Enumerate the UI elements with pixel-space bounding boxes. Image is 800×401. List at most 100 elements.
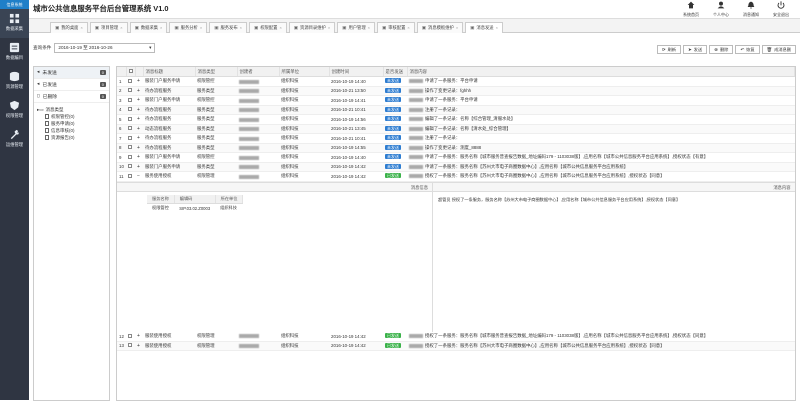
- row-checkbox[interactable]: [128, 98, 132, 102]
- tree-node[interactable]: 权限管控(0): [37, 113, 106, 120]
- expand-icon[interactable]: +: [135, 332, 143, 342]
- row-checkbox[interactable]: [128, 155, 132, 159]
- toolbar-button-1[interactable]: ➤发送: [683, 45, 707, 54]
- folder-item-1[interactable]: ◂已发送0: [34, 79, 109, 91]
- column-header[interactable]: 创建时间: [329, 67, 383, 77]
- table-row[interactable]: 4+待办流程服务服务类型组织科技2016-10-21 10:41未发送注册了一条…: [117, 105, 795, 115]
- close-icon[interactable]: ×: [200, 23, 202, 33]
- column-header[interactable]: 消息标题: [143, 67, 195, 77]
- table-row[interactable]: 12+服装使用授权权限管理组织科技2016-10-19 14:42已发送授权了一…: [117, 332, 795, 342]
- tab-label: 服务发布: [220, 23, 237, 33]
- sidebar-item-1[interactable]: 数据编目: [0, 38, 29, 67]
- row-checkbox[interactable]: [128, 164, 132, 168]
- row-checkbox[interactable]: [128, 117, 132, 121]
- sidebar-item-4[interactable]: 运维管理: [0, 125, 29, 154]
- expand-icon[interactable]: +: [135, 134, 143, 144]
- select-all-checkbox[interactable]: [129, 69, 133, 73]
- table-row[interactable]: 9+服装门户服务申请权限管控组织科技2016-10-19 14:40未发送申请了…: [117, 153, 795, 163]
- tab-8[interactable]: ▣审核配置×: [377, 22, 415, 33]
- row-checkbox[interactable]: [128, 79, 132, 83]
- expand-icon[interactable]: +: [135, 96, 143, 106]
- sidebar-item-2[interactable]: 资源管理: [0, 67, 29, 96]
- column-header[interactable]: 所属单位: [279, 67, 329, 77]
- table-row[interactable]: 7+待办流程服务服务类型组织科技2016-10-21 10:41未发送注册了一条…: [117, 134, 795, 144]
- expand-icon[interactable]: +: [135, 153, 143, 163]
- database-icon: [9, 71, 20, 82]
- close-icon[interactable]: ×: [368, 23, 370, 33]
- send-status-cell: 未发送: [383, 77, 407, 87]
- close-icon[interactable]: ×: [279, 23, 281, 33]
- tab-3[interactable]: ▣服务分析×: [169, 22, 207, 33]
- tree-node[interactable]: 服务申请(0): [37, 120, 106, 127]
- close-icon[interactable]: ×: [80, 23, 82, 33]
- tab-10[interactable]: ▣消息发送×: [465, 22, 503, 33]
- expand-icon[interactable]: +: [135, 162, 143, 172]
- table-row[interactable]: 6+动态流程服务服务类型组织科技2016-10-21 13:45未发送编辑了一条…: [117, 124, 795, 134]
- close-icon[interactable]: ×: [496, 23, 498, 33]
- row-checkbox[interactable]: [128, 107, 132, 111]
- row-checkbox[interactable]: [128, 145, 132, 149]
- table-row[interactable]: 3+服装门户服务申请权限管控组织科技2016-10-19 14:41未发送申请了…: [117, 96, 795, 106]
- message-content-cell: 申请了一条服务：服务名称【苏州大市电子商圈数据中心】,应用名称【城市公共信息服务…: [407, 162, 795, 172]
- row-checkbox[interactable]: [128, 126, 132, 130]
- table-row[interactable]: 13+服装使用授权权限管理组织科技2016-10-19 14:42已发送授权了一…: [117, 341, 795, 351]
- close-icon[interactable]: ×: [456, 23, 458, 33]
- tab-5[interactable]: ▣权限配置×: [249, 22, 287, 33]
- toolbar-button-3[interactable]: ↶恢复: [735, 45, 759, 54]
- tab-1[interactable]: ▣项目管理×: [90, 22, 128, 33]
- folder-item-0[interactable]: ◂未发送0: [34, 67, 109, 79]
- expand-icon[interactable]: +: [135, 105, 143, 115]
- table-row[interactable]: 11−服务使用授权权限管理组织科技2016-10-19 14:42已发送授权了一…: [117, 172, 795, 182]
- expand-icon[interactable]: +: [135, 77, 143, 87]
- tab-0[interactable]: ▣我的桌面×: [50, 22, 88, 33]
- top-action-bell[interactable]: 消息通知: [736, 1, 766, 18]
- date-range-select[interactable]: 2016-10-19 至 2016-10-26 ▾: [54, 43, 155, 53]
- tab-4[interactable]: ▣服务发布×: [209, 22, 247, 33]
- expand-icon[interactable]: +: [135, 143, 143, 153]
- tab-2[interactable]: ▣数据采集×: [130, 22, 168, 33]
- sidebar-item-0[interactable]: 数据采集: [0, 9, 29, 38]
- table-row[interactable]: 2+待办流程服务服务类型组织科技2016-10-21 13:50未发送操作了变更…: [117, 86, 795, 96]
- top-action-home[interactable]: 系统首页: [676, 1, 706, 18]
- top-action-power[interactable]: 安全退出: [766, 1, 796, 18]
- row-checkbox[interactable]: [128, 136, 132, 140]
- close-icon[interactable]: ×: [328, 23, 330, 33]
- tree-root[interactable]: ▸▭ 消息类型: [37, 106, 106, 113]
- chart-icon: ▣: [174, 23, 178, 33]
- redacted-creator: [239, 165, 259, 169]
- close-icon[interactable]: ×: [160, 23, 162, 33]
- column-header[interactable]: 消息内容: [407, 67, 795, 77]
- tab-6[interactable]: ▣资源目录维护×: [289, 22, 335, 33]
- row-checkbox[interactable]: [128, 334, 132, 338]
- collapse-icon[interactable]: −: [135, 172, 143, 182]
- table-row[interactable]: 8+待办流程服务服务类型组织科技2016-10-19 14:55未发送操作了变更…: [117, 143, 795, 153]
- top-action-user[interactable]: 个人中心: [706, 1, 736, 18]
- tab-7[interactable]: ▣用户管理×: [337, 22, 375, 33]
- expand-icon[interactable]: +: [135, 124, 143, 134]
- close-icon[interactable]: ×: [120, 23, 122, 33]
- redacted-creator: [239, 118, 259, 122]
- tree-node[interactable]: 资源报告(0): [37, 134, 106, 141]
- row-checkbox[interactable]: [128, 174, 132, 178]
- table-row[interactable]: 10+服装门户服务申请服务类型组织科技2016-10-19 14:42未发送申请…: [117, 162, 795, 172]
- toolbar-button-2[interactable]: ⊗删除: [709, 45, 733, 54]
- table-row[interactable]: 5+待办流程服务服务类型组织科技2016-10-19 14:56未发送编辑了一条…: [117, 115, 795, 125]
- column-header[interactable]: 创建者: [237, 67, 279, 77]
- tab-9[interactable]: ▣消息模板维护×: [417, 22, 463, 33]
- table-row[interactable]: 1+服装门户服务申请权限管控组织科技2016-10-19 14:40未发送申请了…: [117, 77, 795, 87]
- message-title: 服务使用授权: [143, 172, 195, 182]
- expand-icon[interactable]: +: [135, 341, 143, 351]
- row-checkbox[interactable]: [128, 88, 132, 92]
- folder-item-2[interactable]: ▯已删除0: [34, 91, 109, 103]
- expand-icon[interactable]: +: [135, 86, 143, 96]
- tree-node[interactable]: 信息审核(0): [37, 127, 106, 134]
- column-header[interactable]: 是否发送: [383, 67, 407, 77]
- sidebar-item-3[interactable]: 权限管理: [0, 96, 29, 125]
- row-checkbox[interactable]: [128, 343, 132, 347]
- toolbar-button-0[interactable]: ⟳刷新: [657, 45, 681, 54]
- expand-icon[interactable]: +: [135, 115, 143, 125]
- column-header[interactable]: 消息类型: [195, 67, 237, 77]
- toolbar-button-4[interactable]: 🗑成消息删: [762, 45, 796, 54]
- close-icon[interactable]: ×: [240, 23, 242, 33]
- close-icon[interactable]: ×: [407, 23, 409, 33]
